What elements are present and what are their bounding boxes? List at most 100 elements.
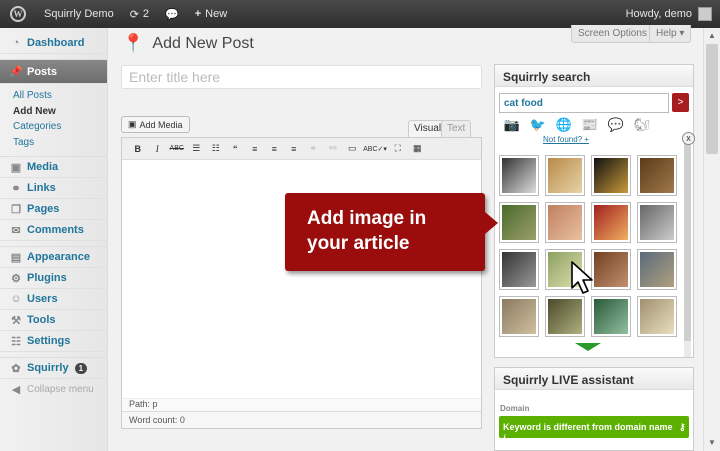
numbered-list-icon[interactable]: ☷ <box>206 143 226 154</box>
submenu-categories[interactable]: Categories <box>13 119 107 135</box>
sidebar-item-label: Tools <box>27 314 56 326</box>
scrollbar-thumb[interactable] <box>684 141 691 341</box>
link-icon[interactable]: ⚭ <box>304 143 324 154</box>
add-media-button[interactable]: ▣ Add Media <box>121 116 190 133</box>
search-go-button[interactable]: > <box>672 93 689 112</box>
wikipedia-icon[interactable]: 🌐 <box>551 117 577 137</box>
image-thumbnail[interactable] <box>499 296 539 337</box>
bullet-list-icon[interactable]: ☰ <box>187 143 207 154</box>
kitchen-sink-icon[interactable]: ▦ <box>408 143 428 154</box>
thumbnail-image <box>640 158 674 193</box>
collapse-menu-button[interactable]: ◀ Collapse menu <box>0 379 107 400</box>
image-thumbnail[interactable] <box>637 155 677 196</box>
sidebar-item-pages[interactable]: ❐ Pages <box>0 199 107 220</box>
align-center-icon[interactable]: ≡ <box>265 144 285 154</box>
page-scrollbar[interactable]: ▲ ▼ <box>703 28 720 451</box>
site-name-link[interactable]: Squirrly Demo <box>36 0 122 28</box>
callout-line-1: Add image in <box>307 208 427 229</box>
squirrly-search-input[interactable] <box>499 93 669 113</box>
sidebar-item-plugins[interactable]: ⚙ Plugins <box>0 268 107 289</box>
sidebar-item-label: Posts <box>27 65 57 78</box>
image-thumbnail[interactable] <box>591 296 631 337</box>
results-scrollbar[interactable] <box>684 139 691 357</box>
scroll-down-icon[interactable]: ▼ <box>704 435 720 451</box>
more-tag-icon[interactable]: ▭ <box>343 143 363 154</box>
comments-icon: ✉ <box>11 224 21 237</box>
scroll-up-icon[interactable]: ▲ <box>704 28 720 44</box>
sidebar-item-settings[interactable]: ☷ Settings <box>0 331 107 352</box>
key-icon: ⚷ <box>679 422 686 432</box>
thumbnail-image <box>502 299 536 334</box>
sidebar-item-users[interactable]: ☺ Users <box>0 289 107 310</box>
new-content-link[interactable]: + New <box>187 0 235 28</box>
image-thumbnail[interactable] <box>545 155 585 196</box>
collapse-icon: ◀ <box>11 384 21 396</box>
sidebar-item-squirrly[interactable]: ✿ Squirrly 1 <box>0 358 107 379</box>
scrollbar-thumb[interactable] <box>706 44 718 154</box>
camera-icon[interactable]: 📷 <box>499 117 525 137</box>
blockquote-icon[interactable]: “ <box>226 144 246 154</box>
refresh-icon: ⟳ <box>129 8 139 21</box>
thumbnail-image <box>594 299 628 334</box>
image-thumbnail[interactable] <box>591 202 631 243</box>
links-icon: ⚭ <box>11 182 21 195</box>
updates-link[interactable]: ⟳ 2 <box>122 0 157 28</box>
sidebar-item-tools[interactable]: ⚒ Tools <box>0 310 107 331</box>
squirrly-icon: ✿ <box>11 362 21 375</box>
sidebar-item-dashboard[interactable]: ◔ Dashboard <box>0 33 107 54</box>
sidebar-item-media[interactable]: ▣ Media <box>0 157 107 178</box>
submenu-tags[interactable]: Tags <box>13 135 107 151</box>
image-thumbnail[interactable] <box>499 249 539 290</box>
not-found-link[interactable]: Not found? + <box>543 135 589 144</box>
post-title-input[interactable] <box>121 65 482 89</box>
sidebar-item-label: Appearance <box>27 251 90 263</box>
notification-badge: 1 <box>74 362 88 374</box>
pages-icon: ❐ <box>11 203 21 216</box>
twitter-icon[interactable]: 🐦 <box>525 117 551 137</box>
sidebar-item-posts[interactable]: 📌 Posts <box>0 60 107 84</box>
image-thumbnail[interactable] <box>637 296 677 337</box>
news-icon[interactable]: 📰 <box>577 117 603 137</box>
strikethrough-icon[interactable]: ABC <box>167 145 187 152</box>
keyword-status-badge: Keyword is different from domain name ⚷ … <box>499 416 689 443</box>
help-button[interactable]: Help ▾ <box>649 25 692 43</box>
fullscreen-icon[interactable]: ⛶ <box>388 143 408 154</box>
image-thumbnail[interactable] <box>637 202 677 243</box>
unlink-icon[interactable]: ⚯ <box>323 143 343 154</box>
submenu-add-new[interactable]: Add New <box>13 104 107 120</box>
account-menu[interactable]: Howdy, demo <box>618 0 720 28</box>
sidebar-item-label: Links <box>27 182 56 194</box>
sidebar-item-label: Squirrly <box>27 362 69 374</box>
tab-text[interactable]: Text <box>441 120 472 137</box>
align-left-icon[interactable]: ≡ <box>245 144 265 154</box>
settings-icon: ☷ <box>11 335 21 348</box>
image-thumbnail[interactable] <box>637 249 677 290</box>
image-thumbnail[interactable] <box>545 202 585 243</box>
bold-icon[interactable]: B <box>128 144 148 154</box>
image-thumbnail[interactable] <box>499 155 539 196</box>
spellcheck-icon[interactable]: ABC✓▾ <box>362 145 388 153</box>
thumbnail-image <box>594 158 628 193</box>
image-thumbnail[interactable] <box>545 296 585 337</box>
avatar <box>698 7 712 21</box>
load-more-arrow-icon[interactable] <box>575 343 601 351</box>
sidebar-item-comments[interactable]: ✉ Comments <box>0 220 107 241</box>
wordpress-logo-menu[interactable]: W <box>0 0 36 28</box>
close-icon[interactable]: x <box>682 132 695 145</box>
live-assistant-title: Squirrly LIVE assistant <box>495 368 693 390</box>
image-thumbnail[interactable] <box>499 202 539 243</box>
thumbnail-image <box>548 205 582 240</box>
chat-icon[interactable]: 💬 <box>603 117 629 137</box>
post-content-editor[interactable]: B I ABC ☰ ☷ “ ≡ ≡ ≡ ⚭ ⚯ ▭ ABC✓▾ ⛶ ▦ Path… <box>121 137 482 429</box>
squirrel-icon[interactable]: 🐿 <box>629 117 655 137</box>
posts-submenu: All Posts Add New Categories Tags <box>0 84 107 157</box>
sidebar-item-label: Settings <box>27 335 71 347</box>
thumbnail-image <box>548 299 582 334</box>
sidebar-item-links[interactable]: ⚭ Links <box>0 178 107 199</box>
submenu-all-posts[interactable]: All Posts <box>13 88 107 104</box>
comments-link[interactable]: 💬 <box>157 0 187 28</box>
align-right-icon[interactable]: ≡ <box>284 144 304 154</box>
sidebar-item-appearance[interactable]: ▤ Appearance <box>0 247 107 268</box>
italic-icon[interactable]: I <box>148 144 168 154</box>
image-thumbnail[interactable] <box>591 155 631 196</box>
